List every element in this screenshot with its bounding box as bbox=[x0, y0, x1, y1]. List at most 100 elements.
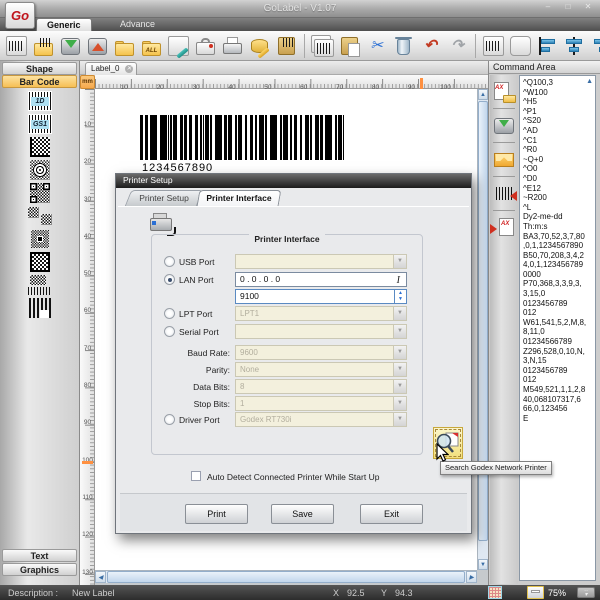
save-button[interactable]: Save bbox=[271, 504, 334, 524]
serial-port-radio[interactable] bbox=[164, 326, 175, 337]
scroll-up-icon[interactable]: ▲ bbox=[478, 89, 488, 100]
scroll-left-icon[interactable]: ◀ bbox=[95, 571, 106, 583]
lan-port-number-input[interactable]: 9100▲▼ bbox=[235, 289, 407, 304]
coord-y-value: 94.3 bbox=[395, 588, 413, 598]
new-label-icon[interactable] bbox=[4, 33, 29, 59]
command-line: 01234566789 bbox=[523, 337, 595, 347]
open-all-icon[interactable]: ALL bbox=[139, 33, 164, 59]
print-button[interactable]: Print bbox=[185, 504, 248, 524]
ruler-unit-badge[interactable]: mm bbox=[80, 75, 95, 89]
dialog-body: Printer Interface USB Port ▼ LAN Port 0 … bbox=[118, 206, 469, 531]
send-command-mail-icon[interactable] bbox=[490, 148, 518, 172]
usb-port-radio[interactable] bbox=[164, 256, 175, 267]
lpt-port-select: LPT1▼ bbox=[235, 306, 407, 321]
redo-icon[interactable]: ↷ bbox=[445, 33, 470, 59]
vertical-ruler: 102030405060708090100110120130 bbox=[80, 89, 95, 585]
auto-detect-checkbox[interactable] bbox=[191, 471, 201, 481]
lpt-port-radio[interactable] bbox=[164, 308, 175, 319]
barcode-tool-icon[interactable] bbox=[481, 33, 506, 59]
align-center-icon[interactable] bbox=[562, 33, 587, 59]
export-command-file-icon[interactable]: AX bbox=[490, 80, 518, 104]
open-folder-icon[interactable] bbox=[112, 33, 137, 59]
save-label-icon[interactable] bbox=[58, 33, 83, 59]
barcode-qrcode-icon[interactable] bbox=[0, 181, 80, 204]
recall-label-icon[interactable] bbox=[85, 33, 110, 59]
align-right-icon[interactable] bbox=[589, 33, 600, 59]
cut-icon[interactable]: ✂ bbox=[364, 33, 389, 59]
label-tab-close-icon[interactable]: ✕ bbox=[125, 65, 133, 73]
driver-port-radio[interactable] bbox=[164, 414, 175, 425]
sidebar-text-header[interactable]: Text bbox=[2, 549, 77, 562]
print-icon[interactable] bbox=[220, 33, 245, 59]
command-line: 0123456789 bbox=[523, 299, 595, 309]
minimize-button[interactable]: – bbox=[542, 2, 554, 11]
lan-ip-input[interactable]: 0 . 0 . 0 . 0I bbox=[235, 272, 407, 287]
command-scroll-up-icon[interactable]: ▲ bbox=[586, 78, 593, 85]
sidebar-barcode-header[interactable]: Bar Code bbox=[2, 75, 77, 88]
label-tab[interactable]: Label_0 ✕ bbox=[85, 62, 137, 75]
copy-icon[interactable] bbox=[310, 33, 335, 59]
barcode-microqr-icon[interactable] bbox=[0, 204, 80, 227]
dialog-title: Printer Setup bbox=[116, 174, 471, 188]
barcode-ean-icon[interactable] bbox=[0, 296, 80, 319]
canvas-vertical-scrollbar[interactable]: ▲ ▼ bbox=[477, 89, 488, 570]
status-bar: Description : New Label X 92.5 Y 94.3 75… bbox=[0, 585, 600, 600]
paste-icon[interactable] bbox=[337, 33, 362, 59]
sidebar-shape-header[interactable]: Shape bbox=[2, 62, 77, 75]
driver-port-select: Godex RT730i▼ bbox=[235, 412, 407, 427]
grid-toggle-icon[interactable] bbox=[488, 586, 502, 599]
lan-port-label: LAN Port bbox=[179, 275, 214, 285]
save-command-icon[interactable] bbox=[490, 114, 518, 138]
cursor-x-marker bbox=[420, 78, 423, 89]
close-button[interactable]: ✕ bbox=[582, 2, 594, 11]
command-line: 012 bbox=[523, 375, 595, 385]
barcode-gs1-icon[interactable]: GS1 bbox=[0, 112, 80, 135]
lan-port-radio[interactable] bbox=[164, 274, 175, 285]
align-left-icon[interactable] bbox=[535, 33, 560, 59]
command-line: W61,541,5,2,M,8, bbox=[523, 318, 595, 328]
canvas-horizontal-scrollbar[interactable]: ◀ ▶ bbox=[95, 570, 477, 583]
spinner-arrows-icon[interactable]: ▲▼ bbox=[394, 290, 406, 303]
vertical-scroll-thumb[interactable] bbox=[478, 101, 488, 541]
recall-from-printer-icon[interactable] bbox=[490, 182, 518, 206]
open-label-icon[interactable] bbox=[31, 33, 56, 59]
label-setup-icon[interactable] bbox=[166, 33, 191, 59]
command-toolbar: AX AX bbox=[490, 75, 518, 584]
command-list[interactable]: ▲ ^Q100,3^W100^H5^P1^S20^AD^C1^R0~Q+0^O0… bbox=[519, 75, 596, 581]
vertical-ruler-numbers: 102030405060708090100110120130 bbox=[80, 89, 95, 574]
zoom-preview-icon[interactable] bbox=[527, 586, 544, 599]
printer-setup-icon[interactable] bbox=[193, 33, 218, 59]
barcode-hanxin-icon[interactable] bbox=[0, 250, 80, 273]
undo-icon[interactable]: ↶ bbox=[418, 33, 443, 59]
command-line: ^Q100,3 bbox=[523, 78, 595, 88]
blank-label-icon[interactable] bbox=[508, 33, 533, 59]
statusbar-widget[interactable]: ‥▾ bbox=[577, 587, 595, 598]
scroll-right-icon[interactable]: ▶ bbox=[466, 571, 477, 583]
tab-generic[interactable]: Generic bbox=[36, 18, 92, 31]
command-line: 4,0,1,123456789 bbox=[523, 260, 595, 270]
barcode-aztec-icon[interactable] bbox=[0, 227, 80, 250]
command-line: ~R200 bbox=[523, 193, 595, 203]
tab-printer-setup[interactable]: Printer Setup bbox=[128, 190, 200, 206]
database-setup-icon[interactable] bbox=[247, 33, 272, 59]
barcode-composite-icon[interactable] bbox=[0, 273, 80, 296]
command-line: M549,521,1,1,2,8 bbox=[523, 385, 595, 395]
barcode-datamatrix-icon[interactable] bbox=[0, 135, 80, 158]
command-line: Dy2-me-dd bbox=[523, 212, 595, 222]
maximize-button[interactable]: □ bbox=[562, 2, 574, 11]
horizontal-scroll-thumb[interactable] bbox=[107, 571, 465, 583]
barcode-object[interactable] bbox=[140, 115, 345, 160]
tab-printer-interface[interactable]: Printer Interface bbox=[198, 190, 280, 206]
scroll-down-icon[interactable]: ▼ bbox=[478, 559, 488, 570]
delete-icon[interactable] bbox=[391, 33, 416, 59]
toolbar-separator bbox=[304, 34, 305, 58]
sync-printer-icon[interactable] bbox=[274, 33, 299, 59]
tab-advance[interactable]: Advance bbox=[110, 18, 165, 31]
sidebar-graphics-header[interactable]: Graphics bbox=[2, 563, 77, 576]
command-line: BA3,70,52,3,7,80 bbox=[523, 232, 595, 242]
exit-button[interactable]: Exit bbox=[360, 504, 423, 524]
barcode-1d-icon[interactable]: 1D bbox=[0, 89, 80, 112]
barcode-maxicode-icon[interactable] bbox=[0, 158, 80, 181]
import-command-icon[interactable]: AX bbox=[490, 216, 518, 240]
app-logo[interactable]: Go bbox=[5, 2, 35, 29]
